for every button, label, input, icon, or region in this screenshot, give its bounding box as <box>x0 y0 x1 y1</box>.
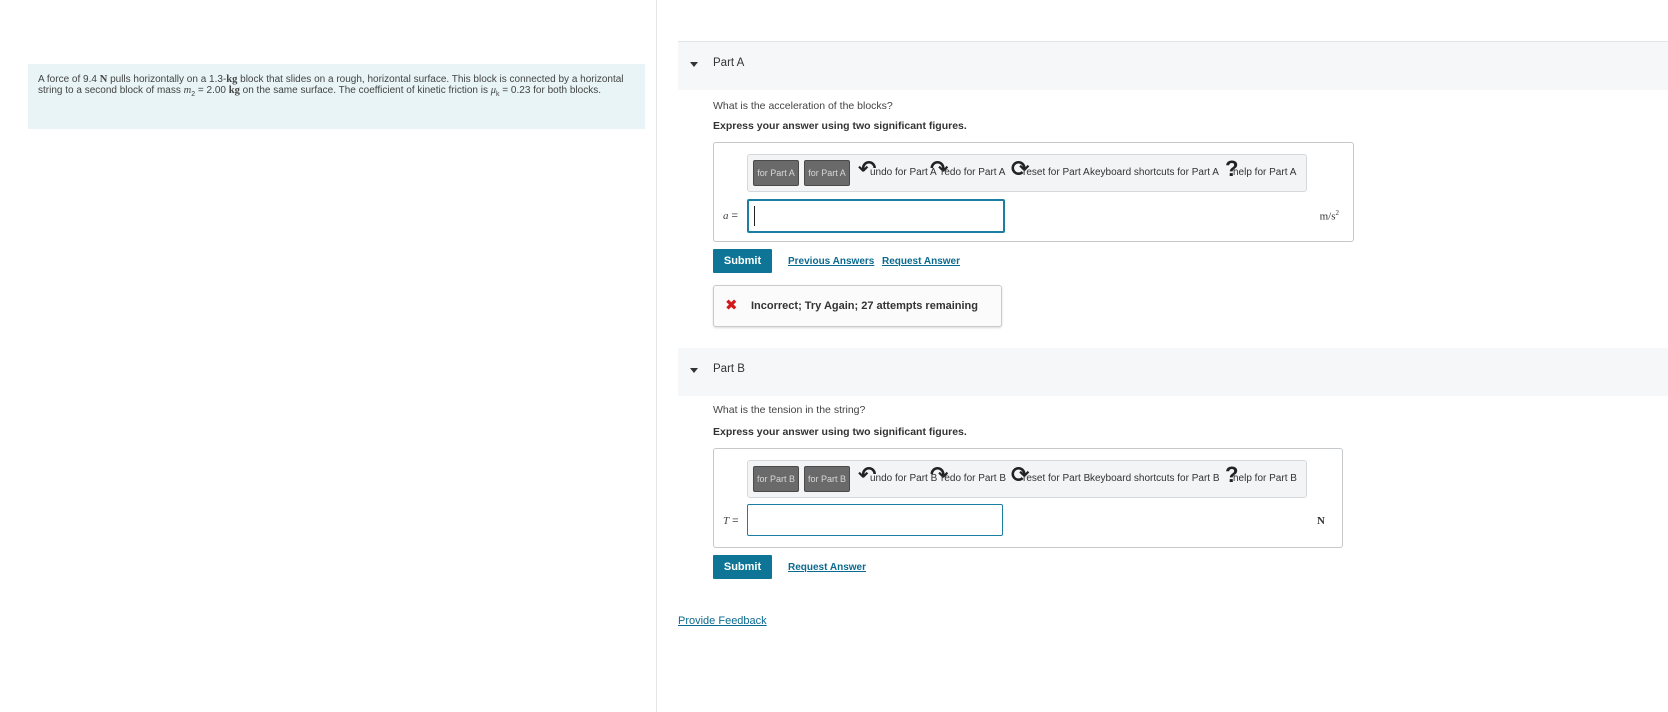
collapse-caret-icon[interactable] <box>690 62 698 67</box>
symbols-button[interactable]: for Part A <box>804 160 850 186</box>
problem-text-5: on the same surface. The coefficient of … <box>239 84 491 96</box>
part-b-answer-input[interactable] <box>747 504 1003 536</box>
templates-button[interactable]: for Part A <box>753 160 799 186</box>
text-cursor <box>754 206 755 226</box>
mass-unit-2: kg <box>228 84 240 96</box>
part-b-request-answer-link[interactable]: Request Answer <box>788 562 866 573</box>
part-b-question: What is the tension in the string? <box>713 404 866 416</box>
feedback-message: Incorrect; Try Again; 27 attempts remain… <box>751 300 978 312</box>
equals-sign: = <box>728 210 738 222</box>
problem-statement: A force of 9.4 N pulls horizontally on a… <box>28 64 645 129</box>
error-x-icon: ✖ <box>725 297 738 314</box>
templates-button[interactable]: for Part B <box>753 466 799 492</box>
help-button[interactable]: help for Part B <box>1233 473 1297 484</box>
provide-feedback-link[interactable]: Provide Feedback <box>678 615 767 627</box>
unit-base: m/s <box>1319 210 1336 223</box>
undo-button[interactable]: undo for Part B <box>870 473 937 484</box>
part-a-variable-label: a = <box>723 210 738 222</box>
keyboard-shortcuts-button[interactable]: keyboard shortcuts for Part B <box>1090 473 1220 484</box>
part-a-feedback-box: ✖ Incorrect; Try Again; 27 attempts rema… <box>713 285 1002 327</box>
part-a-instruction: Express your answer using two significan… <box>713 120 967 132</box>
problem-text-2: pulls horizontally on a 1.3- <box>107 74 227 85</box>
part-a-math-toolbar: for Part A for Part A ↶ undo for Part A … <box>747 154 1307 192</box>
part-a-answer-frame: for Part A for Part A ↶ undo for Part A … <box>713 142 1354 242</box>
part-a-request-answer-link[interactable]: Request Answer <box>882 256 960 267</box>
part-a-submit-button[interactable]: Submit <box>713 249 772 273</box>
part-b-answer-frame: for Part B for Part B ↶ undo for Part B … <box>713 448 1343 548</box>
symbols-button[interactable]: for Part B <box>804 466 850 492</box>
problem-text-1: A force of 9.4 <box>38 74 100 85</box>
reset-button[interactable]: reset for Part A <box>1023 167 1090 178</box>
undo-button[interactable]: undo for Part A <box>870 167 937 178</box>
previous-answers-link[interactable]: Previous Answers <box>788 256 874 267</box>
redo-button[interactable]: redo for Part B <box>941 473 1006 484</box>
parts-pane: Part A What is the acceleration of the b… <box>658 0 1668 712</box>
collapse-caret-icon[interactable] <box>690 368 698 373</box>
part-b-instruction: Express your answer using two significan… <box>713 426 967 438</box>
keyboard-shortcuts-button[interactable]: keyboard shortcuts for Part A <box>1090 167 1219 178</box>
part-b-header[interactable]: Part B <box>678 348 1668 396</box>
part-a-answer-input[interactable] <box>747 199 1005 233</box>
problem-pane: A force of 9.4 N pulls horizontally on a… <box>0 0 657 712</box>
problem-text-4: = 2.00 <box>195 84 229 96</box>
part-a-unit: m/s2 <box>1320 209 1339 223</box>
part-b-submit-button[interactable]: Submit <box>713 555 772 579</box>
part-a-title: Part A <box>713 57 745 69</box>
part-b-variable-label: T = <box>723 515 739 527</box>
problem-text-6: = 0.23 for both blocks. <box>499 84 601 96</box>
equals-sign: = <box>729 515 739 527</box>
reset-button[interactable]: reset for Part B <box>1023 473 1090 484</box>
part-b-unit: N <box>1317 515 1325 527</box>
redo-button[interactable]: redo for Part A <box>941 167 1005 178</box>
part-b-math-toolbar: for Part B for Part B ↶ undo for Part B … <box>747 460 1307 498</box>
mass-unit: kg <box>226 74 238 85</box>
unit-exponent: 2 <box>1335 209 1340 217</box>
help-button[interactable]: help for Part A <box>1233 167 1296 178</box>
part-a-header[interactable]: Part A <box>678 42 1668 90</box>
part-a-question: What is the acceleration of the blocks? <box>713 100 893 112</box>
part-b-title: Part B <box>713 363 745 375</box>
